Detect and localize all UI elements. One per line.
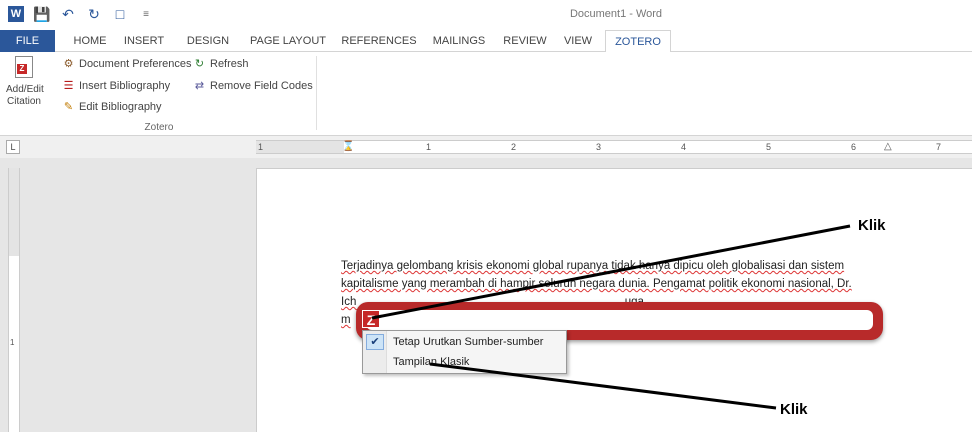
ruler-number: 7 xyxy=(936,142,942,152)
zotero-group-label: Zotero xyxy=(144,122,174,133)
document-page[interactable]: Terjadinya gelombang krisis ekonomi glob… xyxy=(256,168,972,432)
vertical-ruler[interactable]: 1 xyxy=(8,168,20,432)
annotation-label-top: Klik xyxy=(858,217,886,234)
menu-item-keep-sources-sorted[interactable]: ✔ Tetap Urutkan Sumber-sumber xyxy=(363,332,566,352)
menu-item-classic-view[interactable]: Tampilan Klasik xyxy=(363,352,566,372)
insert-bibliography-button[interactable]: ☰ Insert Bibliography xyxy=(62,79,171,93)
edit-bibliography-button[interactable]: ✎ Edit Bibliography xyxy=(62,100,162,114)
bibliography-icon: ☰ xyxy=(63,80,74,92)
tab-selector[interactable]: L xyxy=(6,140,20,154)
refresh-label: Refresh xyxy=(210,57,249,70)
tab-view[interactable]: VIEW xyxy=(560,30,596,52)
horizontal-ruler[interactable]: 1 ⌛ 1 2 3 4 5 6 △ 7 xyxy=(256,140,972,154)
document-preferences-button[interactable]: ⚙ Document Preferences xyxy=(62,57,192,71)
document-preferences-label: Document Preferences xyxy=(79,57,192,70)
menu-item-label: Tampilan Klasik xyxy=(393,356,470,368)
edit-bibliography-label: Edit Bibliography xyxy=(79,100,162,113)
menu-item-label: Tetap Urutkan Sumber-sumber xyxy=(393,336,544,348)
document-line: m xyxy=(341,314,351,326)
tab-file[interactable]: FILE xyxy=(0,30,55,52)
remove-field-codes-label: Remove Field Codes xyxy=(210,79,313,92)
citation-search-input[interactable] xyxy=(366,310,873,330)
preferences-icon: ⚙ xyxy=(63,58,74,70)
ruler-number: 4 xyxy=(681,142,687,152)
refresh-icon: ↻ xyxy=(194,58,205,70)
title-bar: W 💾 ↶ ↻ □ ≡ Document1 - Word xyxy=(0,0,972,30)
edit-bibliography-icon: ✎ xyxy=(63,101,74,113)
add-edit-citation-button[interactable]: Z Add/Edit Citation xyxy=(6,56,44,108)
checkmark-icon: ✔ xyxy=(366,334,384,350)
tab-insert[interactable]: INSERT xyxy=(120,30,168,52)
refresh-button[interactable]: ↻ Refresh xyxy=(193,57,249,71)
ruler-number: 3 xyxy=(596,142,602,152)
tab-references[interactable]: REFERENCES xyxy=(340,30,418,52)
ruler-number: 1 xyxy=(426,142,432,152)
ruler-number: 1 xyxy=(258,142,264,152)
tab-home[interactable]: HOME xyxy=(66,30,114,52)
top-margin-area xyxy=(9,168,19,256)
ruler-number: 2 xyxy=(511,142,517,152)
zotero-dropdown-menu: ✔ Tetap Urutkan Sumber-sumber Tampilan K… xyxy=(362,330,567,374)
vertical-ruler-number: 1 xyxy=(10,338,15,347)
group-separator xyxy=(316,56,317,130)
indent-marker-icon[interactable]: ⌛ xyxy=(342,141,354,153)
add-citation-icon: Z xyxy=(11,56,37,82)
zotero-logo-icon[interactable]: Z xyxy=(362,310,380,328)
ribbon-tabs: FILE HOME INSERT DESIGN PAGE LAYOUT REFE… xyxy=(0,30,972,53)
remove-field-codes-button[interactable]: ⇄ Remove Field Codes xyxy=(193,79,313,93)
ribbon: Z Add/Edit Citation ⚙ Document Preferenc… xyxy=(0,52,972,136)
annotation-label-bottom: Klik xyxy=(780,401,808,418)
window-title: Document1 - Word xyxy=(569,8,663,20)
tab-review[interactable]: REVIEW xyxy=(500,30,550,52)
tab-design[interactable]: DESIGN xyxy=(180,30,236,52)
insert-bibliography-label: Insert Bibliography xyxy=(79,79,171,92)
tab-mailings[interactable]: MAILINGS xyxy=(428,30,490,52)
ruler-number: 6 xyxy=(851,142,857,152)
right-indent-marker-icon[interactable]: △ xyxy=(884,141,892,153)
ruler-number: 5 xyxy=(766,142,772,152)
ruler-row: L 1 ⌛ 1 2 3 4 5 6 △ 7 xyxy=(0,136,972,158)
add-edit-citation-label: Add/Edit Citation xyxy=(6,84,44,107)
tab-page-layout[interactable]: PAGE LAYOUT xyxy=(248,30,328,52)
document-line: kapitalisme yang merambah di hampir selu… xyxy=(341,278,852,290)
left-margin-area xyxy=(256,141,344,153)
unlink-icon: ⇄ xyxy=(194,80,205,92)
document-line: Terjadinya gelombang krisis ekonomi glob… xyxy=(341,260,845,272)
tab-zotero[interactable]: ZOTERO xyxy=(605,30,671,53)
